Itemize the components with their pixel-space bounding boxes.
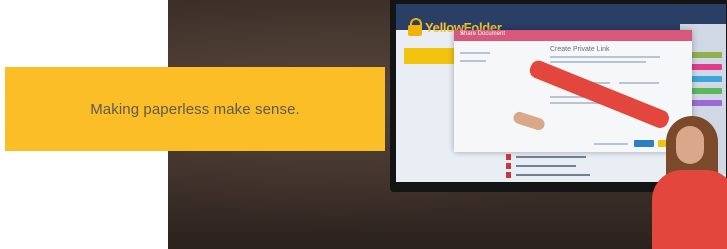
sidebar-highlight <box>404 48 456 64</box>
dialog-title-bar: Share Document × <box>454 30 692 41</box>
list-item <box>466 154 676 161</box>
dialog-heading: Create Private Link <box>550 46 610 53</box>
dialog-link-text <box>594 143 628 145</box>
dialog-field <box>619 82 659 84</box>
lock-icon <box>408 18 422 36</box>
dialog-text-line <box>550 56 660 58</box>
document-list <box>466 154 676 182</box>
presenter <box>646 110 727 249</box>
list-item <box>466 172 676 179</box>
dialog-option <box>460 52 490 54</box>
dialog-text-line <box>550 61 646 63</box>
list-item <box>466 163 676 170</box>
dialog-field <box>550 102 600 104</box>
close-icon: × <box>460 31 464 37</box>
tagline-text: Making paperless make sense. <box>90 100 300 118</box>
dialog-option <box>460 60 486 62</box>
tagline-banner: Making paperless make sense. <box>5 67 385 151</box>
